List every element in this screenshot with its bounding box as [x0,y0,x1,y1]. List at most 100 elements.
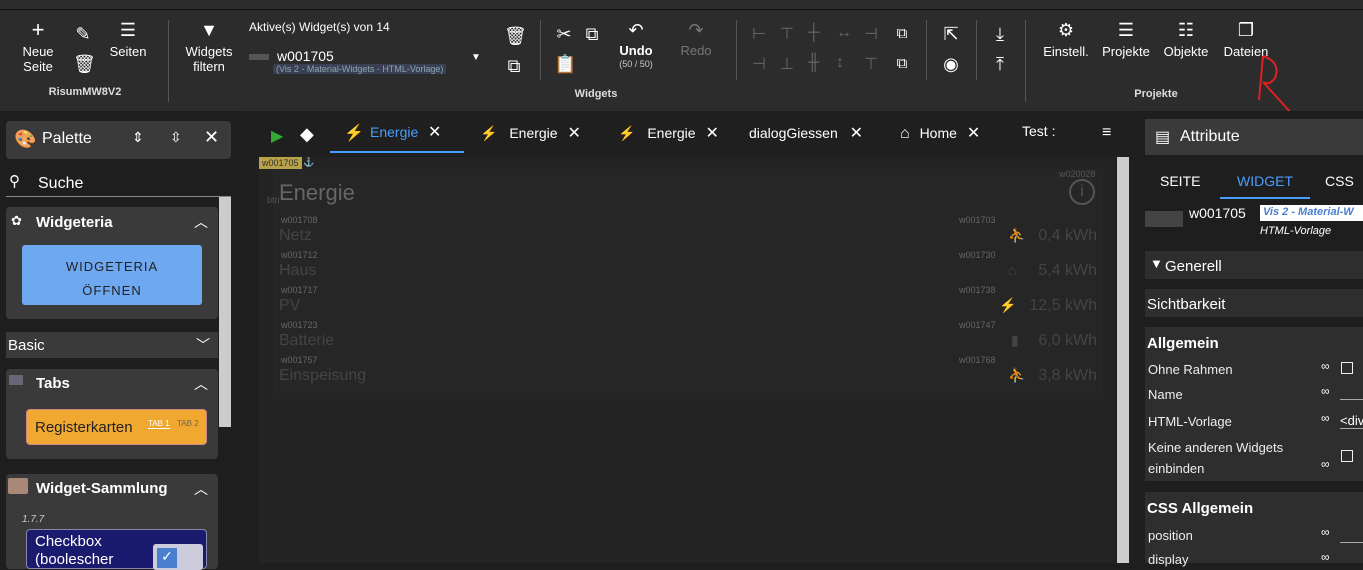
align-middle-icon[interactable]: ╫ [808,54,819,72]
link-icon[interactable]: ∞ [1321,457,1330,471]
link-icon[interactable]: ∞ [1321,550,1330,564]
link-icon[interactable]: ∞ [1321,384,1330,398]
close-icon[interactable]: ✕ [967,125,980,142]
sichtbarkeit-section[interactable]: Sichtbarkeit [1145,289,1363,317]
close-icon[interactable]: ✕ [850,125,863,142]
chevron-up-icon[interactable]: ︿ [194,374,208,394]
divider [168,20,169,102]
tab-energie-3[interactable]: ⚡ Energie ✕ [618,123,719,143]
energie-card[interactable]: Energie btn w020028 i w001708 Netz w0017… [267,169,1103,399]
row-netz[interactable]: w001708 Netz w001703 ⛹ 0,4 kWh [273,214,1103,247]
distribute-v-icon[interactable]: ↕ [836,54,844,72]
tab-test[interactable]: Test : [1022,123,1055,139]
undo-button[interactable]: Undo [606,43,666,58]
align-bottom-icon[interactable]: ⊥ [780,54,794,74]
generell-section[interactable]: ▼ Generell [1145,251,1363,279]
bring-front-icon[interactable]: ⧉ [892,24,912,44]
duplicate-icon[interactable]: ⧉ [582,24,602,44]
tab2-preview: TAB 2 [177,419,199,428]
paste-icon[interactable]: 📋 [554,54,576,74]
undo-icon[interactable]: ↶ [626,20,646,40]
play-icon[interactable]: ▶ [271,126,283,146]
distribute-height-icon[interactable]: ⊤ [864,54,878,74]
distribute-width-icon[interactable]: ⊣ [864,24,878,44]
keine-widgets-checkbox[interactable] [1341,450,1353,462]
tab-dialoggiessen[interactable]: dialogGiessen ✕ [749,123,863,143]
widgeteria-open-button[interactable]: WIDGETERIA ÖFFNEN [22,245,202,305]
open-external-icon[interactable]: ⇱ [941,24,961,44]
row-value: 6,0 kWh [1038,332,1097,349]
tab-label: Energie [370,124,419,140]
layers-icon[interactable]: ◆ [300,124,314,145]
align-right-icon[interactable]: ⊣ [752,54,766,74]
info-icon[interactable]: i [1069,179,1095,205]
list-icon[interactable]: ☰ [1116,20,1136,40]
row-batterie[interactable]: w001723 Batterie w001747 ▮ 6,0 kWh [273,319,1103,352]
ohne-rahmen-checkbox[interactable] [1341,362,1353,374]
menu-icon[interactable]: ☰ [118,20,138,40]
new-page-button[interactable]: Neue Seite [14,44,62,74]
chevron-up-icon[interactable]: ︿ [194,212,208,232]
chevron-up-icon[interactable]: ︿ [194,479,208,499]
row-pv[interactable]: w001717 PV w001738 ⚡ 12,5 kWh [273,284,1103,317]
allgemein-title: Allgemein [1147,335,1219,352]
html-vorlage-input[interactable]: <div [1340,413,1363,429]
expand-icon[interactable]: ⇕ [132,129,144,146]
tab-home[interactable]: ⌂ Home ✕ [900,123,980,143]
row-tag: w001712 [281,250,318,260]
pages-button[interactable]: Seiten [104,44,152,59]
align-left-icon[interactable]: ⊢ [752,24,766,44]
plus-icon[interactable]: + [28,19,48,41]
objects-button[interactable]: Objekte [1158,44,1214,59]
copy-icon[interactable]: ⧉ [504,56,524,76]
close-icon[interactable]: ✕ [705,125,718,142]
search-field[interactable]: ⚲ Suche [6,169,231,197]
link-icon[interactable]: ∞ [1321,411,1330,425]
export-icon[interactable]: ⤒ [990,54,1010,74]
gear-icon[interactable]: ⚙ [1056,20,1076,40]
align-top-icon[interactable]: ⊤ [780,24,794,44]
anchor-icon: ⚓ [303,157,315,167]
trash-icon[interactable]: 🗑 [73,54,96,74]
link-icon[interactable]: ∞ [1321,525,1330,539]
pencil-icon[interactable]: ✎ [73,24,93,44]
close-icon[interactable]: ✕ [428,122,441,142]
outer-widget-tag[interactable]: w001705 [259,157,302,169]
widget-selector[interactable]: w001705 (Vis 2 - Material-Widgets - HTML… [249,44,484,76]
filter-icon[interactable]: ▼ [199,20,219,40]
cut-icon[interactable]: ✂ [554,24,574,44]
align-center-icon[interactable]: ┼ [808,24,819,42]
canvas-scrollbar[interactable] [1117,157,1129,563]
tab-widget[interactable]: WIDGET [1220,161,1310,199]
projects-button[interactable]: Projekte [1098,44,1154,59]
filter-widgets-button[interactable]: Widgets filtern [180,44,238,74]
row-tag: w001717 [281,285,318,295]
send-back-icon[interactable]: ⧉ [892,54,912,74]
delete-widget-icon[interactable]: 🗑 [504,26,527,46]
tabs-menu-icon[interactable]: ≡ [1102,124,1111,142]
row-haus[interactable]: w001712 Haus w001730 ⌂ 5,4 kWh [273,249,1103,282]
collapse-icon[interactable]: ⇳ [170,129,182,146]
name-input[interactable] [1340,399,1363,400]
import-icon[interactable]: ⤓ [990,24,1010,44]
redo-button[interactable]: Redo [670,43,722,58]
tab-css[interactable]: CSS [1325,173,1354,189]
basic-section[interactable]: Basic ﹀ [6,332,218,358]
files-icon[interactable]: ❐ [1236,20,1256,40]
eye-icon[interactable]: ◉ [941,54,961,74]
position-input[interactable] [1340,542,1363,543]
row-einspeisung[interactable]: w001757 Einspeisung w001768 ⛹ 3,8 kWh [273,354,1103,387]
tab-energie-1[interactable]: ⚡ Energie ✕ [330,111,464,153]
tab-energie-2[interactable]: ⚡ Energie ✕ [480,123,581,143]
tab-seite[interactable]: SEITE [1160,173,1200,189]
close-icon[interactable]: ✕ [204,127,219,148]
palette-scrollbar[interactable] [219,197,231,427]
redo-icon[interactable]: ↷ [686,20,706,40]
objects-icon[interactable]: ☷ [1176,20,1196,40]
registerkarten-widget[interactable]: Registerkarten TAB 1 TAB 2 [26,409,207,445]
checkbox-widget[interactable]: Checkbox (boolescher ✓ [26,529,207,570]
close-icon[interactable]: ✕ [567,125,580,142]
distribute-h-icon[interactable]: ↔ [836,24,852,42]
settings-button[interactable]: Einstell. [1038,44,1094,59]
link-icon[interactable]: ∞ [1321,359,1330,373]
